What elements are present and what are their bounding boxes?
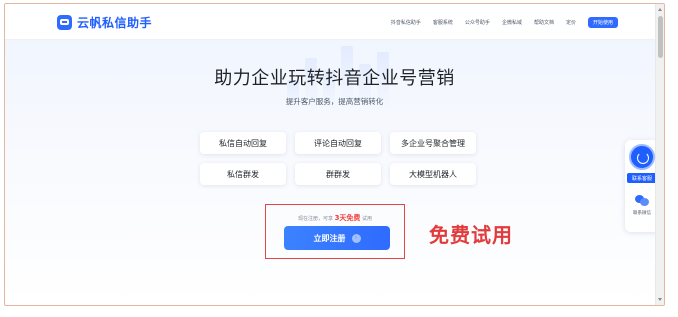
free-trial-annotation: 免费试用 xyxy=(429,223,513,247)
feature-chip[interactable]: 评论自动回复 xyxy=(295,132,381,154)
feature-chip[interactable]: 多企业号聚合管理 xyxy=(390,132,476,154)
nav-item-pricing[interactable]: 定价 xyxy=(566,19,576,26)
wechat-label[interactable]: 联系微信 xyxy=(625,210,659,216)
arrow-right-icon: › xyxy=(351,233,361,243)
customer-service-icon[interactable] xyxy=(629,144,655,170)
page-frame: 云帆私信助手 抖音私信助手 客服系统 公众号助手 企微私域 帮助文档 定价 开始… xyxy=(4,3,665,306)
wechat-icon[interactable] xyxy=(635,195,649,206)
scroll-down-arrow-icon[interactable] xyxy=(658,298,662,301)
chat-logo-icon xyxy=(57,15,72,30)
nav-item-wecom[interactable]: 企微私域 xyxy=(502,19,522,26)
trial-signup-box: 现在注册，可享 3天免费 试用 立即注册 › xyxy=(265,204,405,259)
hero-title: 助力企业玩转抖音企业号营销 xyxy=(214,68,455,89)
feature-chip[interactable]: 私信群发 xyxy=(200,163,286,185)
vertical-scrollbar[interactable] xyxy=(655,4,664,305)
nav-item-customer-service[interactable]: 客服系统 xyxy=(433,19,453,26)
register-button[interactable]: 立即注册 › xyxy=(284,226,390,250)
scrollbar-thumb[interactable] xyxy=(658,16,663,58)
trial-note: 现在注册，可享 3天免费 试用 xyxy=(266,213,404,223)
scroll-up-arrow-icon[interactable] xyxy=(658,8,662,11)
contact-service-label[interactable]: 联系客服 xyxy=(627,173,657,183)
nav-item-official-account[interactable]: 公众号助手 xyxy=(465,19,490,26)
trial-note-suffix: 试用 xyxy=(362,216,373,222)
start-button[interactable]: 开始使用 xyxy=(587,17,618,28)
trial-note-highlight: 3天免费 xyxy=(334,214,361,222)
trial-note-prefix: 现在注册，可享 xyxy=(297,216,333,222)
feature-chip[interactable]: 群群发 xyxy=(295,163,381,185)
nav-menu: 抖音私信助手 客服系统 公众号助手 企微私域 帮助文档 定价 开始使用 xyxy=(391,17,618,28)
brand-name: 云帆私信助手 xyxy=(77,16,153,30)
nav-item-help-docs[interactable]: 帮助文档 xyxy=(534,19,554,26)
feature-chip[interactable]: 私信自动回复 xyxy=(200,132,286,154)
register-button-label: 立即注册 xyxy=(313,233,346,243)
top-navbar: 云帆私信助手 抖音私信助手 客服系统 公众号助手 企微私域 帮助文档 定价 开始… xyxy=(5,4,664,40)
nav-item-douyin-assistant[interactable]: 抖音私信助手 xyxy=(391,19,421,26)
brand-logo[interactable]: 云帆私信助手 xyxy=(57,14,152,31)
hero-subtitle: 提升客户服务，提高营销转化 xyxy=(285,97,384,106)
feature-chip[interactable]: 大模型机器人 xyxy=(390,163,476,185)
floating-contact-widget: 联系客服 联系微信 xyxy=(625,140,659,232)
